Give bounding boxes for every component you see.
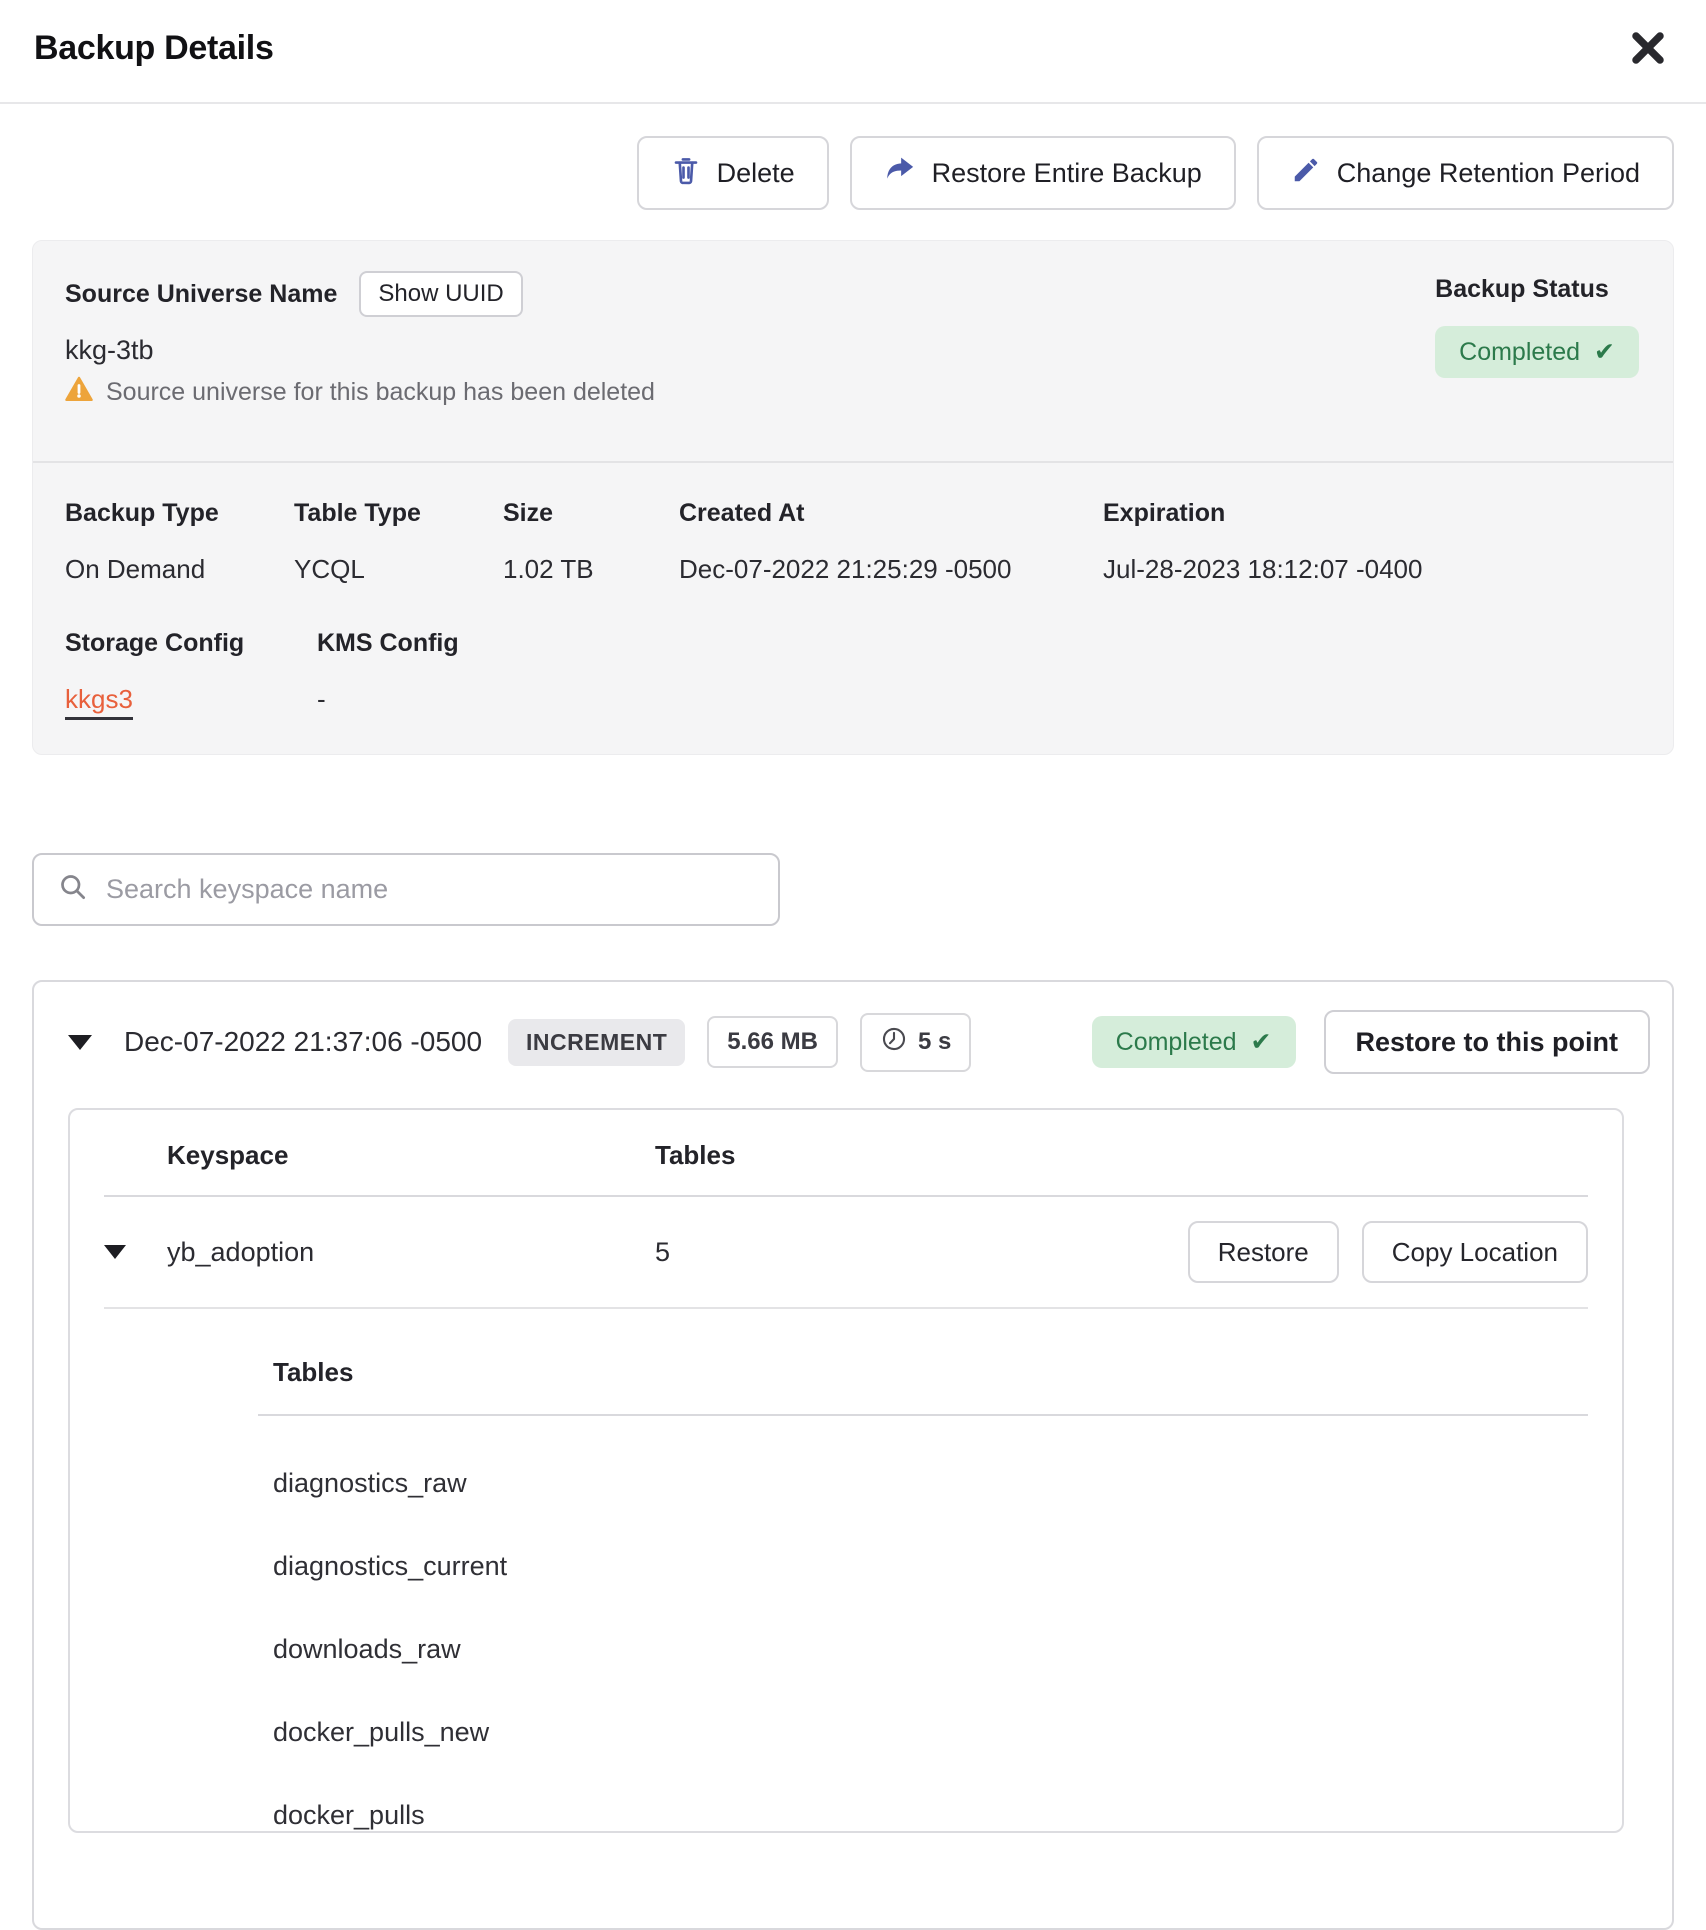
field-created-at: Created At Dec-07-2022 21:25:29 -0500: [679, 499, 1103, 585]
field-backup-type: Backup Type On Demand: [65, 499, 294, 585]
increment-size-badge: 5.66 MB: [707, 1016, 838, 1068]
restore-entire-backup-button[interactable]: Restore Entire Backup: [850, 136, 1236, 210]
page-title: Backup Details: [34, 29, 274, 68]
increment-type-badge: INCREMENT: [508, 1019, 685, 1066]
keyspace-search[interactable]: [32, 853, 780, 926]
column-tables: Tables: [655, 1140, 735, 1171]
keyspace-table-card: Keyspace Tables yb_adoption 5 Restore Co…: [68, 1108, 1624, 1833]
close-icon[interactable]: [1626, 26, 1670, 70]
warning-icon: [65, 376, 93, 409]
tables-count: 5: [655, 1237, 670, 1268]
field-size: Size 1.02 TB: [503, 499, 679, 585]
pencil-icon: [1291, 155, 1321, 192]
keyspace-name: yb_adoption: [167, 1237, 655, 1268]
copy-location-button[interactable]: Copy Location: [1362, 1221, 1588, 1283]
storage-config-link[interactable]: kkgs3: [65, 684, 133, 720]
increment-status-badge: Completed: [1092, 1016, 1296, 1068]
source-universe-label: Source Universe Name: [65, 280, 337, 309]
restore-button[interactable]: Restore: [1188, 1221, 1339, 1283]
backup-summary-panel: Source Universe Name Show UUID kkg-3tb S…: [32, 240, 1674, 755]
field-expiration: Expiration Jul-28-2023 18:12:07 -0400: [1103, 499, 1639, 585]
backup-status-badge: Completed: [1435, 326, 1639, 378]
show-uuid-button[interactable]: Show UUID: [359, 271, 522, 317]
check-icon: [1594, 337, 1615, 367]
increment-backup-card: Dec-07-2022 21:37:06 -0500 INCREMENT 5.6…: [32, 980, 1674, 1930]
increment-duration-badge: 5 s: [860, 1013, 971, 1072]
table-item: diagnostics_raw: [70, 1468, 1622, 1499]
table-item: diagnostics_current: [70, 1551, 1622, 1582]
keyspace-table-header: Keyspace Tables: [70, 1110, 1622, 1195]
table-item: downloads_raw: [70, 1634, 1622, 1665]
restore-entire-backup-label: Restore Entire Backup: [932, 158, 1202, 189]
trash-icon: [671, 154, 701, 193]
search-input[interactable]: [106, 874, 754, 905]
table-item: docker_pulls: [70, 1800, 1622, 1831]
backup-status-label: Backup Status: [1435, 275, 1639, 304]
field-table-type: Table Type YCQL: [294, 499, 503, 585]
increment-header: Dec-07-2022 21:37:06 -0500 INCREMENT 5.6…: [34, 982, 1672, 1072]
chevron-down-icon[interactable]: [68, 1035, 92, 1050]
change-retention-period-button[interactable]: Change Retention Period: [1257, 136, 1674, 210]
field-storage-config: Storage Config kkgs3: [65, 629, 317, 720]
keyspace-row[interactable]: yb_adoption 5 Restore Copy Location: [70, 1197, 1622, 1307]
universe-deleted-warning: Source universe for this backup has been…: [106, 378, 655, 407]
change-retention-period-label: Change Retention Period: [1337, 158, 1640, 189]
restore-arrow-icon: [884, 156, 916, 191]
source-universe-name: kkg-3tb: [65, 335, 655, 366]
check-icon: [1251, 1027, 1272, 1057]
toolbar: Delete Restore Entire Backup Change Rete…: [0, 104, 1706, 210]
delete-button[interactable]: Delete: [637, 136, 829, 210]
delete-button-label: Delete: [717, 158, 795, 189]
modal-header: Backup Details: [0, 0, 1706, 104]
chevron-down-icon[interactable]: [104, 1245, 126, 1259]
tables-sublist: Tables diagnostics_raw diagnostics_curre…: [70, 1309, 1622, 1831]
restore-to-this-point-button[interactable]: Restore to this point: [1324, 1010, 1651, 1074]
column-keyspace: Keyspace: [167, 1140, 655, 1171]
table-item: docker_pulls_new: [70, 1717, 1622, 1748]
tables-sublist-header: Tables: [70, 1357, 1622, 1388]
increment-timestamp: Dec-07-2022 21:37:06 -0500: [124, 1026, 482, 1058]
field-kms-config: KMS Config -: [317, 629, 459, 720]
clock-icon: [880, 1025, 908, 1060]
search-icon: [58, 872, 88, 907]
